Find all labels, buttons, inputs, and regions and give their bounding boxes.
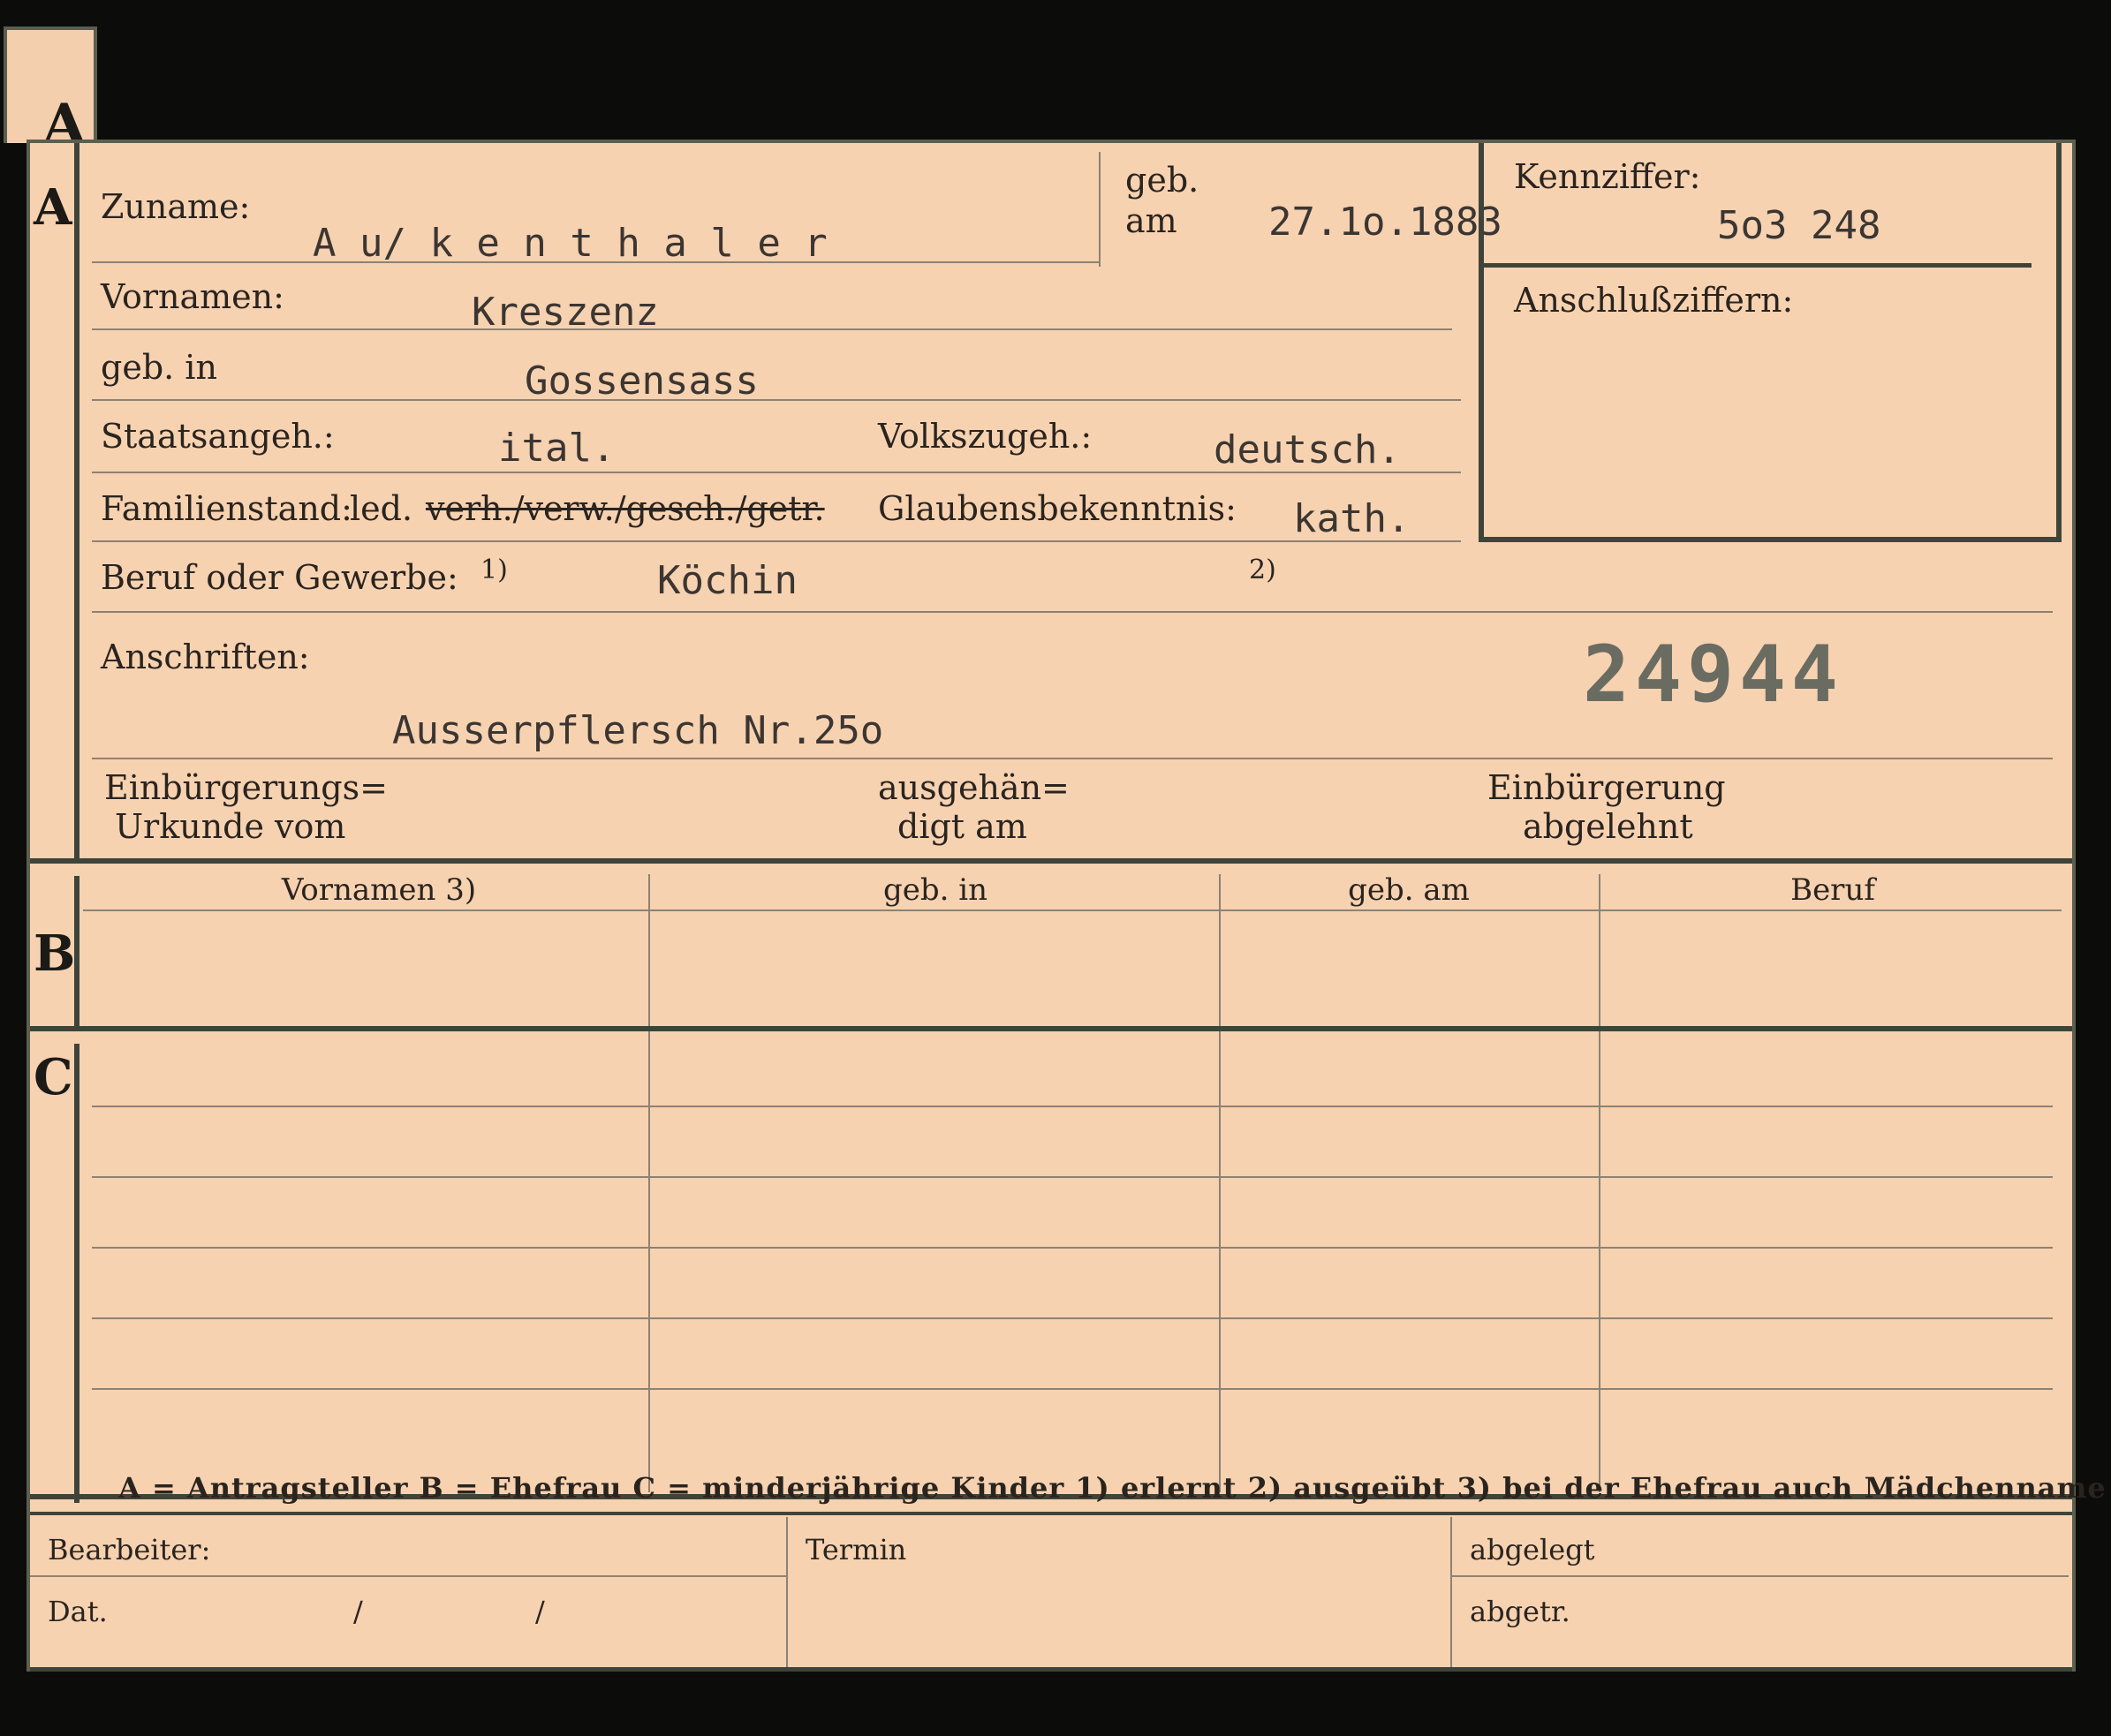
section-letter-a: A: [34, 178, 72, 237]
kennziffer-underline: [1484, 263, 2032, 268]
beruf-value: Köchin: [657, 558, 798, 603]
glaubensbekenntnis-label: Glaubensbekenntnis:: [878, 489, 1237, 528]
section-c-top-rule: [30, 1026, 2072, 1031]
ausgehaendigt-label-1: ausgehän=: [878, 768, 1070, 807]
einbuergerungs-label-2: Urkunde vom: [115, 807, 346, 846]
zuname-value: A u/ k e n t h a l e r: [313, 221, 828, 266]
familienstand-led: led.: [350, 489, 413, 528]
bearbeiter-underline: [30, 1575, 786, 1577]
footer-divider-2: [1450, 1517, 1452, 1667]
bearbeiter-label: Bearbeiter:: [48, 1533, 211, 1566]
registration-card: A B C Zuname: A u/ k e n t h a l e r geb…: [26, 140, 2106, 1672]
header-underline: [83, 910, 2062, 911]
index-tab: A: [4, 26, 97, 158]
geb-am-value: 27.1o.1883: [1268, 200, 1502, 245]
familienstand-struck-options: verh./verw./gesch./getr.: [426, 489, 825, 528]
c-row-line-5: [92, 1388, 2053, 1390]
card-bottom-rule: [30, 1667, 2072, 1672]
zuname-underline: [92, 261, 1099, 263]
familienstand-label: Familienstand:: [101, 489, 352, 528]
volkszugeh-value: deutsch.: [1214, 427, 1401, 472]
staatsangeh-value: ital.: [498, 426, 616, 471]
kennziffer-box-bottom: [1479, 537, 2062, 542]
stamp-number: 24944: [1583, 629, 1843, 720]
anschriften-underline: [92, 758, 2053, 759]
anschlussziffern-label: Anschlußziffern:: [1514, 281, 1794, 320]
einbuergerungs-label-1: Einbürgerungs=: [104, 768, 388, 807]
footer-divider-1: [786, 1517, 788, 1667]
geb-in-label: geb. in: [101, 348, 217, 387]
section-b-top-rule: [30, 858, 2072, 864]
zuname-label: Zuname:: [101, 187, 251, 226]
ausgehaendigt-label-2: digt am: [897, 807, 1027, 846]
col-divider-3: [1599, 874, 1600, 1492]
einbuergerung-label-2: abgelehnt: [1523, 807, 1693, 846]
section-letter-c: C: [34, 1048, 73, 1106]
col-header-beruf: Beruf: [1790, 872, 1875, 908]
left-margin-rule-c: [74, 1044, 79, 1503]
legend-bottom-rule: [30, 1512, 2072, 1515]
anschriften-label: Anschriften:: [101, 638, 310, 676]
left-margin-rule: [74, 143, 79, 858]
einbuergerung-label-1: Einbürgerung: [1487, 768, 1726, 807]
geb-in-value: Gossensass: [525, 359, 759, 404]
col-header-geb-in: geb. in: [882, 872, 988, 908]
c-row-line-4: [92, 1317, 2053, 1319]
staatsangeh-label: Staatsangeh.:: [101, 417, 335, 456]
col-divider-2: [1219, 874, 1221, 1492]
col-header-geb-am: geb. am: [1348, 872, 1470, 908]
kennziffer-value: 5o3 248: [1717, 203, 1881, 248]
beruf-underline: [92, 611, 2053, 613]
kennziffer-label: Kennziffer:: [1514, 157, 1701, 196]
c-row-line-2: [92, 1176, 2053, 1178]
c-row-line-3: [92, 1247, 2053, 1249]
geb-divider: [1099, 152, 1101, 267]
section-letter-b: B: [34, 925, 76, 983]
dat-slash-2: /: [535, 1595, 545, 1628]
geb-in-underline: [92, 399, 1461, 401]
beruf-note-2: 2): [1249, 555, 1276, 585]
abgetr-label: abgetr.: [1470, 1595, 1570, 1628]
beruf-note-1: 1): [480, 555, 508, 585]
dat-slash-1: /: [353, 1595, 363, 1628]
geb-label: geb.: [1125, 161, 1199, 200]
staatsangeh-underline: [92, 472, 1461, 473]
dat-label: Dat.: [48, 1595, 108, 1628]
glaubensbekenntnis-value: kath.: [1293, 496, 1411, 541]
vornamen-underline: [92, 328, 1452, 330]
col-divider-1: [648, 874, 650, 1492]
familienstand-underline: [92, 540, 1461, 542]
kennziffer-box-right: [2056, 143, 2062, 540]
abgelegt-label: abgelegt: [1470, 1533, 1595, 1566]
kennziffer-box-left: [1479, 143, 1484, 540]
col-header-vornamen: Vornamen 3): [281, 872, 477, 908]
beruf-label: Beruf oder Gewerbe:: [101, 558, 458, 597]
termin-label: Termin: [806, 1533, 907, 1566]
am-label: am: [1125, 201, 1177, 240]
anschriften-value: Ausserpflersch Nr.25o: [392, 708, 884, 753]
volkszugeh-label: Volkszugeh.:: [878, 417, 1093, 456]
legend-text: A = Antragsteller B = Ehefrau C = minder…: [118, 1471, 2107, 1505]
abgelegt-underline: [1450, 1575, 2069, 1577]
c-row-line-1: [92, 1106, 2053, 1107]
vornamen-label: Vornamen:: [101, 277, 284, 316]
